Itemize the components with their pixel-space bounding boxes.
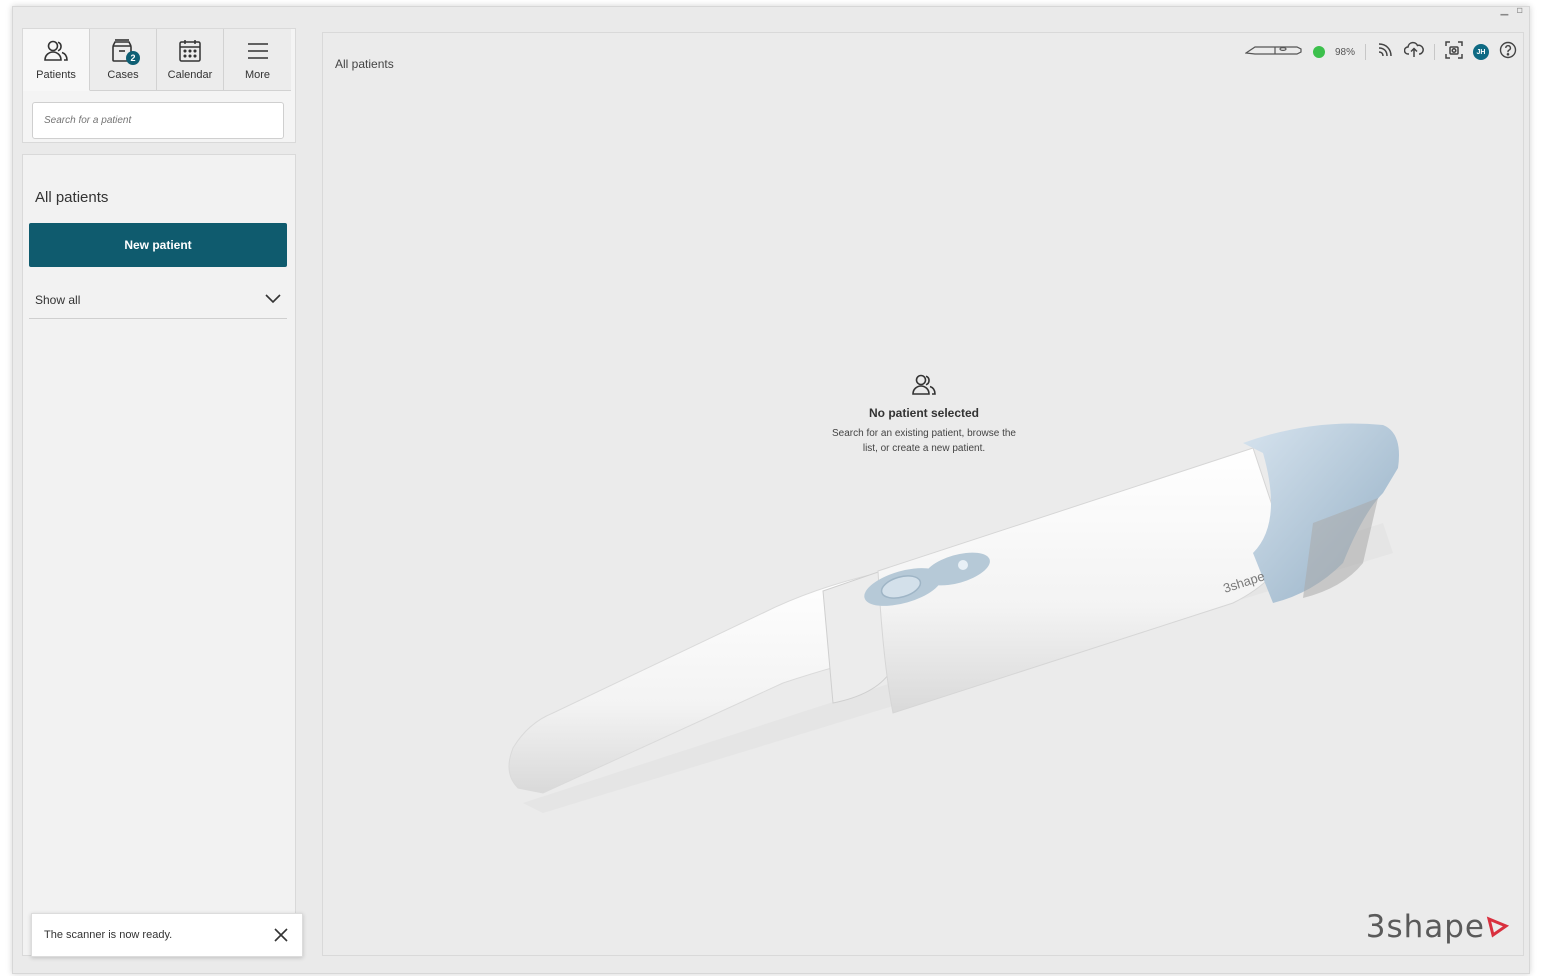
tab-patients[interactable]: Patients — [23, 29, 90, 91]
divider — [1434, 44, 1435, 60]
user-avatar[interactable]: JH — [1473, 44, 1489, 60]
screenshot-icon[interactable] — [1445, 40, 1463, 64]
brand-triangle-icon — [1486, 916, 1509, 938]
tab-calendar-label: Calendar — [167, 69, 213, 81]
tab-patients-label: Patients — [36, 69, 76, 81]
empty-state-message-line: Search for an existing patient, browse t… — [832, 428, 1016, 439]
cases-icon: 2 — [108, 37, 140, 65]
cases-count-badge: 2 — [126, 51, 140, 65]
help-icon[interactable] — [1499, 41, 1517, 64]
scanner-ready-toast: The scanner is now ready. — [31, 913, 303, 957]
patients-icon — [41, 37, 71, 65]
chevron-down-icon — [265, 291, 281, 309]
new-patient-button[interactable]: New patient — [29, 223, 287, 267]
window-controls: ▁ ▫ — [1501, 5, 1523, 16]
empty-state-message: Search for an existing patient, browse t… — [793, 426, 1055, 456]
nav-tabs: Patients 2 Cases Calendar More — [23, 29, 295, 91]
toast-message: The scanner is now ready. — [44, 929, 173, 941]
intraoral-scanner-illustration: 3shape — [508, 423, 1399, 813]
status-bar: 98% JH — [1244, 40, 1517, 64]
connection-status-dot — [1312, 46, 1325, 58]
main-content: All patients 98% JH 3shape No patient se… — [322, 32, 1524, 956]
battery-level: 98% — [1334, 46, 1355, 58]
scanner-status-icon[interactable] — [1244, 43, 1303, 62]
filter-label: Show all — [35, 292, 81, 307]
tab-more-label: More — [244, 69, 271, 81]
panel-title: All patients — [35, 189, 109, 206]
patient-list-panel: All patients New patient Show all — [22, 154, 296, 956]
maximize-icon[interactable]: ▫ — [1516, 5, 1523, 16]
patient-search-input[interactable] — [32, 102, 284, 139]
empty-state-message-line: list, or create a new patient. — [862, 443, 986, 454]
menu-icon — [243, 37, 273, 65]
tab-calendar[interactable]: Calendar — [157, 29, 224, 91]
divider — [1365, 44, 1366, 60]
calendar-icon — [175, 37, 205, 65]
brand-logo-text: 3shape — [1365, 909, 1485, 945]
brand-logo: 3shape — [1366, 909, 1509, 945]
breadcrumb: All patients — [335, 57, 394, 71]
tab-cases-label: Cases — [107, 69, 139, 81]
show-all-dropdown[interactable]: Show all — [29, 281, 287, 319]
close-icon[interactable] — [272, 926, 290, 944]
wifi-icon[interactable] — [1376, 41, 1394, 64]
tab-more[interactable]: More — [224, 29, 291, 91]
cloud-upload-icon[interactable] — [1403, 41, 1424, 64]
minimize-icon[interactable]: ▁ — [1501, 5, 1509, 16]
tab-cases[interactable]: 2 Cases — [90, 29, 157, 91]
empty-state: No patient selected Search for an existi… — [793, 373, 1055, 456]
patients-icon — [793, 373, 1055, 402]
nav-panel: Patients 2 Cases Calendar More Search fo… — [22, 28, 296, 143]
empty-state-title: No patient selected — [868, 406, 980, 420]
